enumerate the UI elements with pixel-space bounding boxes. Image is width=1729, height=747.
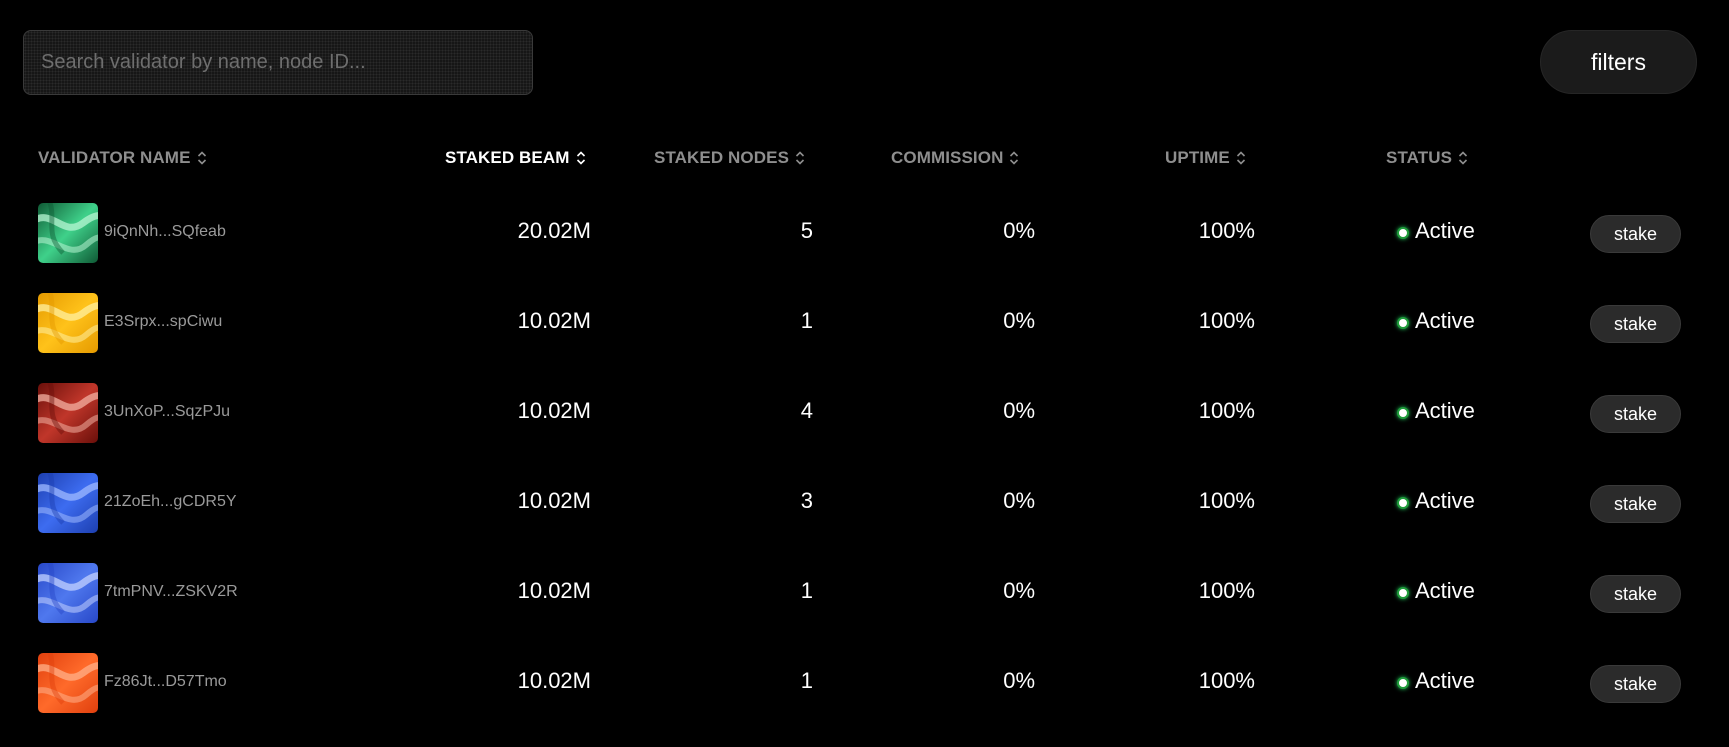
- avatar-image: [38, 383, 98, 443]
- staked-nodes-value: 4: [800, 398, 813, 423]
- stake-button[interactable]: stake: [1590, 215, 1681, 253]
- column-header-staked-nodes[interactable]: STAKED NODES: [654, 148, 805, 168]
- avatar-image: [38, 653, 98, 713]
- sort-icon: [795, 151, 805, 165]
- commission-value: 0%: [1003, 578, 1035, 603]
- validator-avatar: [38, 203, 98, 263]
- staked-nodes-value: 1: [800, 668, 813, 693]
- sort-icon: [1010, 151, 1019, 165]
- status-dot-icon: [1397, 316, 1409, 329]
- validator-avatar: [38, 383, 98, 443]
- stake-button[interactable]: stake: [1590, 395, 1681, 433]
- column-header-status[interactable]: STATUS: [1386, 148, 1468, 168]
- validator-name[interactable]: 21ZoEh...gCDR5Y: [104, 493, 237, 511]
- staked-beam-value: 20.02M: [517, 218, 591, 243]
- validators-page: filters VALIDATOR NAME STAKED BEAM STAKE…: [0, 0, 1729, 747]
- status-label: Active: [1415, 668, 1475, 693]
- uptime-value: 100%: [1198, 398, 1255, 423]
- table-row[interactable]: 9iQnNh...SQfeab 20.02M 5 0% 100% Active …: [0, 203, 1729, 265]
- status-badge: Active: [1397, 488, 1475, 514]
- table-row[interactable]: 3UnXoP...SqzPJu 10.02M 4 0% 100% Active …: [0, 383, 1729, 445]
- sort-icon: [1459, 151, 1468, 165]
- column-header-staked-beam[interactable]: STAKED BEAM: [445, 148, 586, 168]
- sort-icon: [1236, 151, 1245, 165]
- filters-button[interactable]: filters: [1540, 30, 1697, 94]
- staked-nodes-value: 1: [800, 578, 813, 603]
- sort-icon: [197, 151, 206, 165]
- column-header-validator-name[interactable]: VALIDATOR NAME: [38, 148, 207, 168]
- commission-value: 0%: [1003, 668, 1035, 693]
- staked-nodes-value: 5: [800, 218, 813, 243]
- commission-value: 0%: [1003, 488, 1035, 513]
- column-header-commission[interactable]: COMMISSION: [891, 148, 1019, 168]
- stake-button[interactable]: stake: [1590, 665, 1681, 703]
- status-label: Active: [1415, 218, 1475, 243]
- status-dot-icon: [1397, 406, 1409, 419]
- avatar-image: [38, 293, 98, 353]
- status-dot-icon: [1397, 226, 1409, 239]
- table-row[interactable]: E3Srpx...spCiwu 10.02M 1 0% 100% Active …: [0, 293, 1729, 355]
- commission-value: 0%: [1003, 218, 1035, 243]
- uptime-value: 100%: [1198, 668, 1255, 693]
- staked-nodes-value: 1: [800, 308, 813, 333]
- status-badge: Active: [1397, 668, 1475, 694]
- staked-beam-value: 10.02M: [517, 578, 591, 603]
- status-label: Active: [1415, 398, 1475, 423]
- table-row[interactable]: 7tmPNV...ZSKV2R 10.02M 1 0% 100% Active …: [0, 563, 1729, 625]
- validator-name[interactable]: 9iQnNh...SQfeab: [104, 223, 226, 241]
- table-row[interactable]: Fz86Jt...D57Tmo 10.02M 1 0% 100% Active …: [0, 653, 1729, 715]
- status-dot-icon: [1397, 676, 1409, 689]
- stake-button[interactable]: stake: [1590, 305, 1681, 343]
- column-header-label: STATUS: [1386, 148, 1453, 167]
- status-badge: Active: [1397, 218, 1475, 244]
- sort-icon: [576, 151, 585, 165]
- uptime-value: 100%: [1198, 578, 1255, 603]
- validator-name[interactable]: 3UnXoP...SqzPJu: [104, 403, 230, 421]
- status-badge: Active: [1397, 578, 1475, 604]
- staked-beam-value: 10.02M: [517, 398, 591, 423]
- status-dot-icon: [1397, 496, 1409, 509]
- uptime-value: 100%: [1198, 218, 1255, 243]
- status-badge: Active: [1397, 398, 1475, 424]
- staked-beam-value: 10.02M: [517, 308, 591, 333]
- column-header-label: COMMISSION: [891, 148, 1004, 167]
- commission-value: 0%: [1003, 398, 1035, 423]
- status-badge: Active: [1397, 308, 1475, 334]
- validator-name[interactable]: E3Srpx...spCiwu: [104, 313, 222, 331]
- column-header-label: STAKED BEAM: [445, 148, 570, 167]
- validator-avatar: [38, 563, 98, 623]
- avatar-image: [38, 203, 98, 263]
- table-row[interactable]: 21ZoEh...gCDR5Y 10.02M 3 0% 100% Active …: [0, 473, 1729, 535]
- uptime-value: 100%: [1198, 308, 1255, 333]
- search-box[interactable]: [23, 30, 533, 95]
- column-header-uptime[interactable]: UPTIME: [1165, 148, 1246, 168]
- status-label: Active: [1415, 308, 1475, 333]
- status-label: Active: [1415, 578, 1475, 603]
- validator-name[interactable]: Fz86Jt...D57Tmo: [104, 673, 227, 691]
- validator-avatar: [38, 293, 98, 353]
- avatar-image: [38, 473, 98, 533]
- validator-name[interactable]: 7tmPNV...ZSKV2R: [104, 583, 238, 601]
- staked-beam-value: 10.02M: [517, 488, 591, 513]
- staked-beam-value: 10.02M: [517, 668, 591, 693]
- stake-button[interactable]: stake: [1590, 575, 1681, 613]
- column-header-label: VALIDATOR NAME: [38, 148, 191, 167]
- status-label: Active: [1415, 488, 1475, 513]
- validator-avatar: [38, 653, 98, 713]
- commission-value: 0%: [1003, 308, 1035, 333]
- staked-nodes-value: 3: [800, 488, 813, 513]
- column-header-label: UPTIME: [1165, 148, 1230, 167]
- table-header: VALIDATOR NAME STAKED BEAM STAKED NODES …: [0, 148, 1729, 172]
- uptime-value: 100%: [1198, 488, 1255, 513]
- column-header-label: STAKED NODES: [654, 148, 790, 167]
- status-dot-icon: [1397, 586, 1409, 599]
- avatar-image: [38, 563, 98, 623]
- search-input[interactable]: [24, 31, 532, 94]
- stake-button[interactable]: stake: [1590, 485, 1681, 523]
- validator-avatar: [38, 473, 98, 533]
